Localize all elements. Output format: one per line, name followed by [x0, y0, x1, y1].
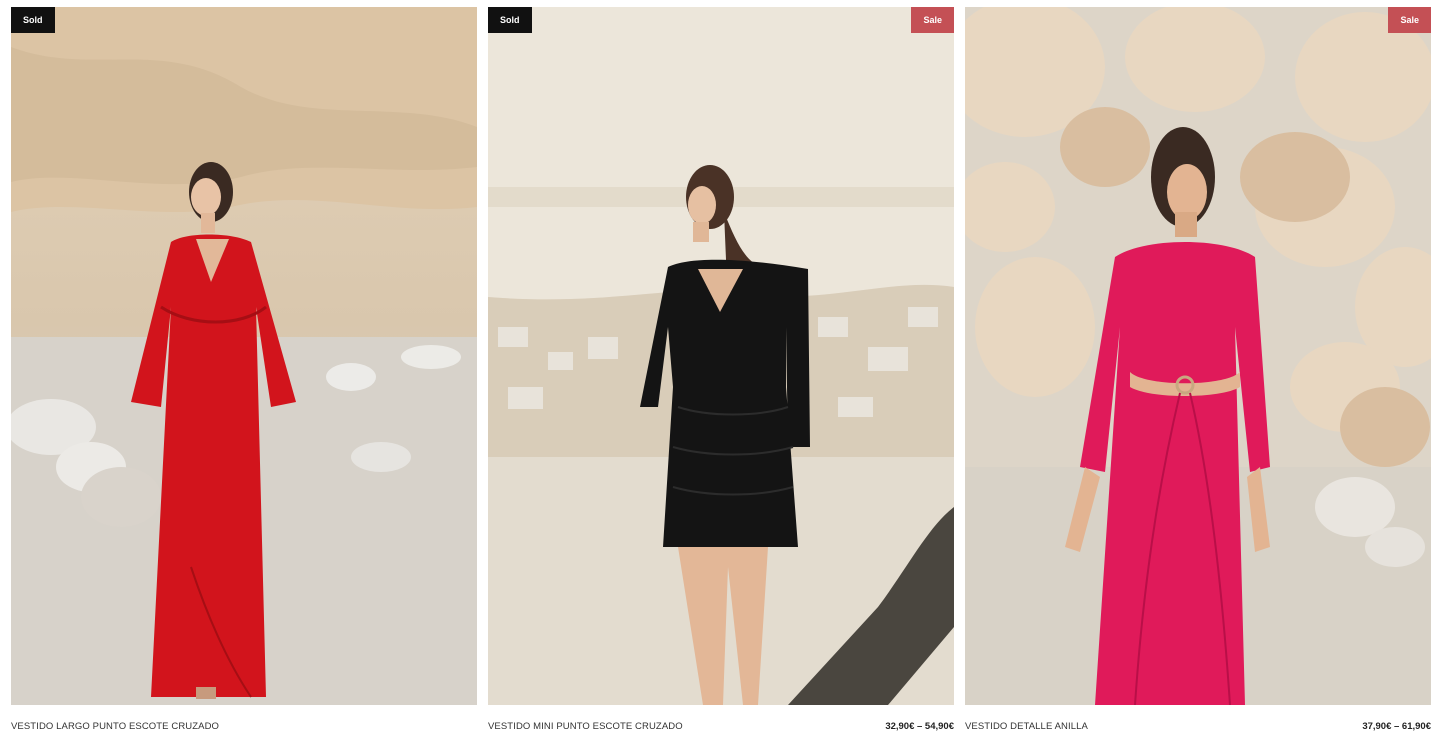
product-card[interactable]: Sold VESTIDO LARGO PUNTO ESCOTE CRUZADO — [11, 7, 477, 746]
sold-badge: Sold — [488, 7, 532, 33]
product-price: 32,90€ – 54,90€ — [885, 721, 954, 732]
sold-badge: Sold — [11, 7, 55, 33]
product-name[interactable]: VESTIDO MINI PUNTO ESCOTE CRUZADO — [488, 721, 683, 732]
product-name[interactable]: VESTIDO DETALLE ANILLA — [965, 721, 1088, 732]
sale-badge: Sale — [1388, 7, 1431, 33]
product-card[interactable]: Sold Sale VESTIDO MINI PUNTO ESCOTE CRUZ… — [488, 7, 954, 746]
product-meta: VESTIDO LARGO PUNTO ESCOTE CRUZADO — [11, 721, 477, 737]
product-price: 37,90€ – 61,90€ — [1362, 721, 1431, 732]
product-image[interactable] — [488, 7, 954, 705]
product-name[interactable]: VESTIDO LARGO PUNTO ESCOTE CRUZADO — [11, 721, 219, 732]
product-meta: VESTIDO MINI PUNTO ESCOTE CRUZADO 32,90€… — [488, 721, 954, 737]
product-image[interactable] — [965, 7, 1431, 705]
product-card[interactable]: Sale VESTIDO DETALLE ANILLA 37,90€ – 61,… — [965, 7, 1431, 746]
sale-badge: Sale — [911, 7, 954, 33]
product-image[interactable] — [11, 7, 477, 705]
product-meta: VESTIDO DETALLE ANILLA 37,90€ – 61,90€ — [965, 721, 1431, 737]
